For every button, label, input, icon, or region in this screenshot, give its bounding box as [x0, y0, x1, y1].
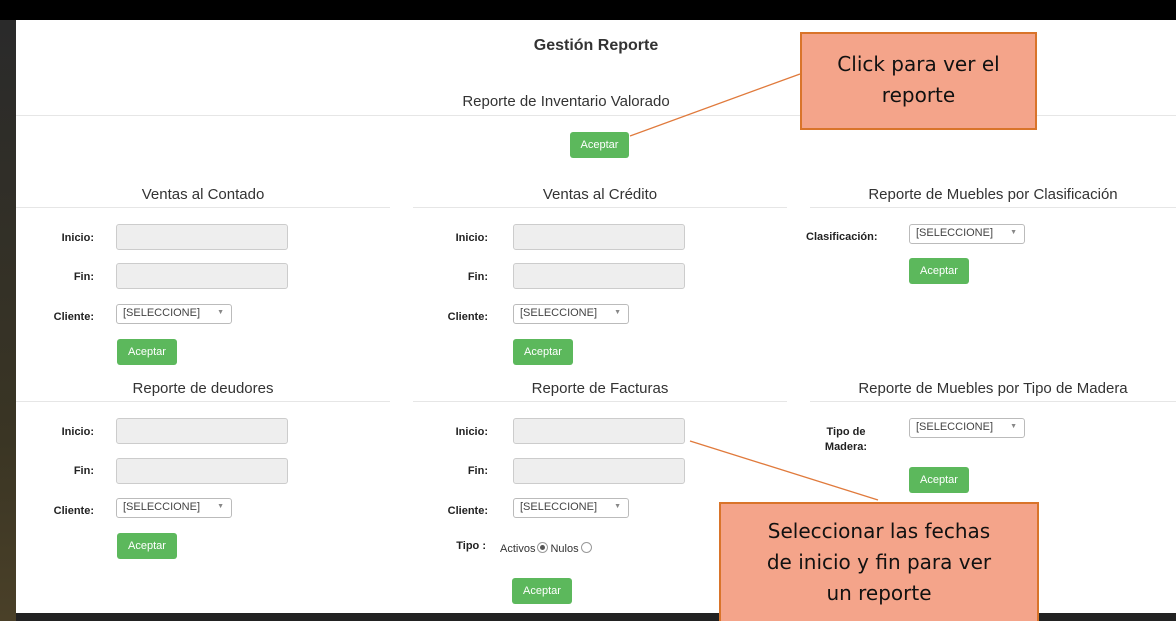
connector-line-ver-reporte — [629, 73, 801, 137]
callout-ver-reporte: Click para ver el reporte — [800, 32, 1037, 130]
callout-fechas-line1: Seleccionar las fechas — [767, 519, 991, 543]
callout-ver-reporte-line2: reporte — [881, 83, 956, 107]
connector-line-fechas — [689, 440, 879, 501]
callout-fechas-line2: de inicio y fin para ver — [766, 550, 992, 574]
callout-ver-reporte-line1: Click para ver el — [837, 52, 1000, 76]
callout-fechas: Seleccionar las fechas de inicio y fin p… — [719, 502, 1039, 621]
callout-fechas-line3: un reporte — [826, 581, 932, 605]
